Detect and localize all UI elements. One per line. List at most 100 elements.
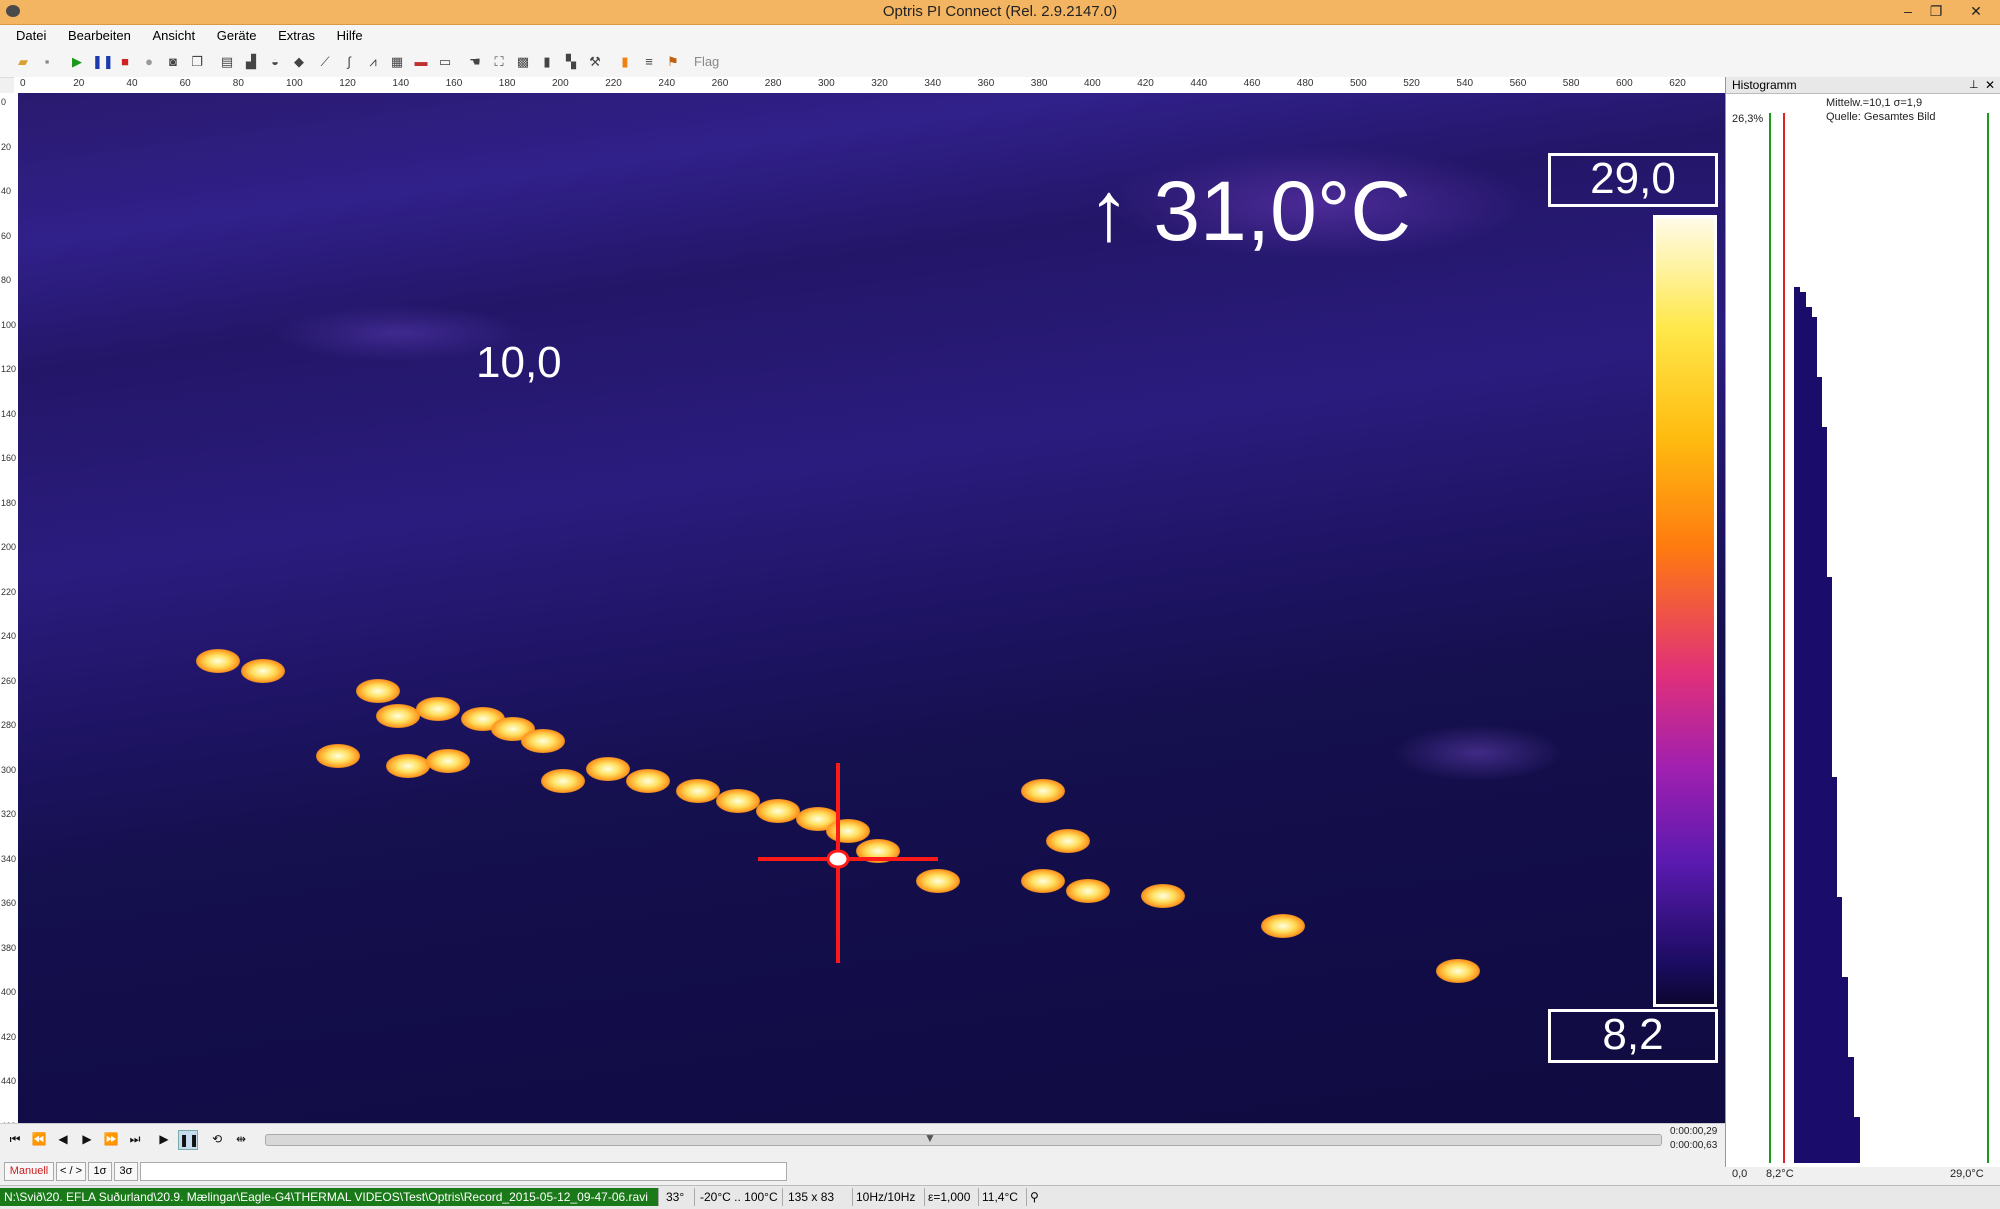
- step-back-icon[interactable]: ◀: [54, 1130, 72, 1148]
- hand-icon[interactable]: ☚: [466, 53, 484, 71]
- toggle-button[interactable]: < / >: [56, 1162, 86, 1181]
- warm-spot: [1046, 829, 1090, 853]
- bulb-icon[interactable]: ⚲: [1026, 1188, 1050, 1206]
- ruler-h-label: 580: [1562, 78, 1580, 89]
- menu-ansicht[interactable]: Ansicht: [145, 25, 204, 47]
- playback-slider[interactable]: ▼: [265, 1131, 1662, 1146]
- toolbar: ▰ ▪ ▶ ❚❚ ■ ● ◙ ❐ ▤ ▟ ◒ ◆ ⟋ ∫ ⩘ ▦ ▬ ▭ ☚ ⛶…: [0, 47, 2000, 78]
- ruler-v-label: 240: [1, 631, 17, 641]
- sigma1-button[interactable]: 1σ: [88, 1162, 112, 1181]
- ruler-h-label: 560: [1509, 78, 1527, 89]
- scale-max-box[interactable]: 29,0: [1548, 153, 1718, 207]
- warm-spot: [196, 649, 240, 673]
- grid-icon[interactable]: ▦: [388, 53, 406, 71]
- warm-spot: [356, 679, 400, 703]
- thermal-image-view[interactable]: ↑ 31,0°C 10,0 29,0 8,2: [18, 93, 1725, 1123]
- play-icon[interactable]: ▶: [68, 53, 86, 71]
- ruler-h-label: 380: [1030, 78, 1048, 89]
- menu-bearbeiten[interactable]: Bearbeiten: [60, 25, 139, 47]
- pause-button-icon[interactable]: ❚❚: [178, 1130, 199, 1150]
- ruler-v-label: 120: [1, 364, 17, 374]
- framerate-label: 10Hz/10Hz: [852, 1188, 925, 1206]
- menu-geraete[interactable]: Geräte: [209, 25, 265, 47]
- resolution-label: 135 x 83: [784, 1188, 853, 1206]
- pause-icon[interactable]: ❚❚: [92, 53, 114, 71]
- tools-icon[interactable]: ▚: [562, 53, 580, 71]
- vertical-ruler: 0 20 40 60 80 100 120 140 160 180 200 220 240 260 280 3…: [0, 93, 19, 1123]
- scale-min-box[interactable]: 8,2: [1548, 1009, 1718, 1063]
- copy-icon[interactable]: ❐: [188, 53, 206, 71]
- device-icon[interactable]: ◒: [266, 53, 284, 71]
- time-total: 0:00:00,63: [1670, 1140, 1718, 1151]
- play-button-icon[interactable]: ▶: [155, 1130, 173, 1148]
- open-folder-icon[interactable]: ▰: [14, 53, 32, 71]
- warm-spot: [1021, 779, 1065, 803]
- ruler-v-label: 360: [1, 898, 17, 908]
- dash-line-icon[interactable]: ▬: [412, 53, 430, 71]
- menu-datei[interactable]: Datei: [8, 25, 54, 47]
- histogram-bar: [1854, 1117, 1860, 1163]
- warm-spot: [1141, 884, 1185, 908]
- color-palette-icon[interactable]: ▮: [616, 53, 634, 71]
- ruler-h-label: 500: [1350, 78, 1367, 89]
- ruler-v-label: 400: [1, 987, 17, 997]
- ruler-v-label: 440: [1, 1076, 17, 1086]
- ruler-h-label: 420: [1137, 78, 1154, 89]
- line-chart-icon[interactable]: ⟋: [316, 53, 334, 71]
- loop-icon[interactable]: ⟲: [208, 1130, 226, 1148]
- ruler-h-label: 180: [498, 78, 516, 89]
- ruler-v-label: 420: [1, 1031, 17, 1042]
- stop-icon[interactable]: ■: [116, 53, 134, 71]
- save-icon[interactable]: ▪: [38, 53, 56, 71]
- palette-icon[interactable]: ▮: [538, 53, 556, 71]
- next-icon[interactable]: ⏩: [102, 1130, 120, 1148]
- menu-extras[interactable]: Extras: [270, 25, 323, 47]
- camera-icon[interactable]: ◙: [164, 53, 182, 71]
- flag-button[interactable]: Flag: [694, 53, 719, 71]
- ruler-h-label: 0: [20, 78, 26, 89]
- minimize-button[interactable]: –: [1894, 0, 1922, 22]
- ruler-h-label: 400: [1084, 78, 1101, 89]
- ruler-h-label: 40: [126, 78, 138, 89]
- window-title: Optris PI Connect (Rel. 2.9.2147.0): [882, 3, 1118, 20]
- settings-icon[interactable]: ≡: [640, 53, 658, 71]
- histogram-axis-min: 8,2°C: [1766, 1168, 1794, 1180]
- ruler-h-label: 520: [1403, 78, 1420, 89]
- warm-spot: [376, 704, 420, 728]
- scale-range-field[interactable]: [140, 1162, 787, 1181]
- profile-icon[interactable]: ∫: [340, 53, 358, 71]
- measure-icon[interactable]: ◆: [290, 53, 308, 71]
- scale-icon[interactable]: ⇹: [232, 1130, 250, 1148]
- close-window-button[interactable]: ✕: [1962, 0, 1990, 22]
- max-temp-label: ↑ 31,0°C: [1088, 164, 1412, 258]
- color-scale-bar: [1653, 215, 1717, 1007]
- menu-hilfe[interactable]: Hilfe: [329, 25, 371, 47]
- ruler-v-label: 260: [1, 675, 17, 686]
- ruler-h-label: 200: [552, 78, 569, 89]
- first-frame-icon[interactable]: ⏮: [6, 1130, 24, 1148]
- sigma3-button[interactable]: 3σ: [114, 1162, 138, 1181]
- previous-icon[interactable]: ⏪: [30, 1130, 48, 1148]
- ruler-h-label: 220: [605, 78, 622, 89]
- histogram-icon[interactable]: ▟: [242, 53, 260, 71]
- ruler-icon[interactable]: ▭: [436, 53, 454, 71]
- crosshair-marker[interactable]: [738, 763, 958, 963]
- last-frame-icon[interactable]: ⏭: [126, 1130, 144, 1148]
- graph-icon[interactable]: ⩘: [364, 53, 382, 71]
- manual-button[interactable]: Manuell: [4, 1162, 54, 1181]
- histogram-bar: [1842, 977, 1848, 1163]
- wrench-icon[interactable]: ⚒: [586, 53, 604, 71]
- ruler-h-label: 60: [179, 78, 191, 89]
- warm-spot: [626, 769, 670, 793]
- warm-spot: [676, 779, 720, 803]
- ruler-h-label: 160: [445, 78, 463, 89]
- restore-button[interactable]: ❐: [1922, 0, 1950, 22]
- zoom-fit-icon[interactable]: ⛶: [490, 53, 508, 71]
- image-icon[interactable]: ▩: [514, 53, 532, 71]
- ruler-v-label: 200: [1, 542, 17, 552]
- flag-tool-icon[interactable]: ⚑: [664, 53, 682, 71]
- record-icon[interactable]: ●: [140, 53, 158, 71]
- layout-icon[interactable]: ▤: [218, 53, 236, 71]
- slider-thumb[interactable]: ▼: [924, 1131, 936, 1145]
- step-forward-icon[interactable]: ▶: [78, 1130, 96, 1148]
